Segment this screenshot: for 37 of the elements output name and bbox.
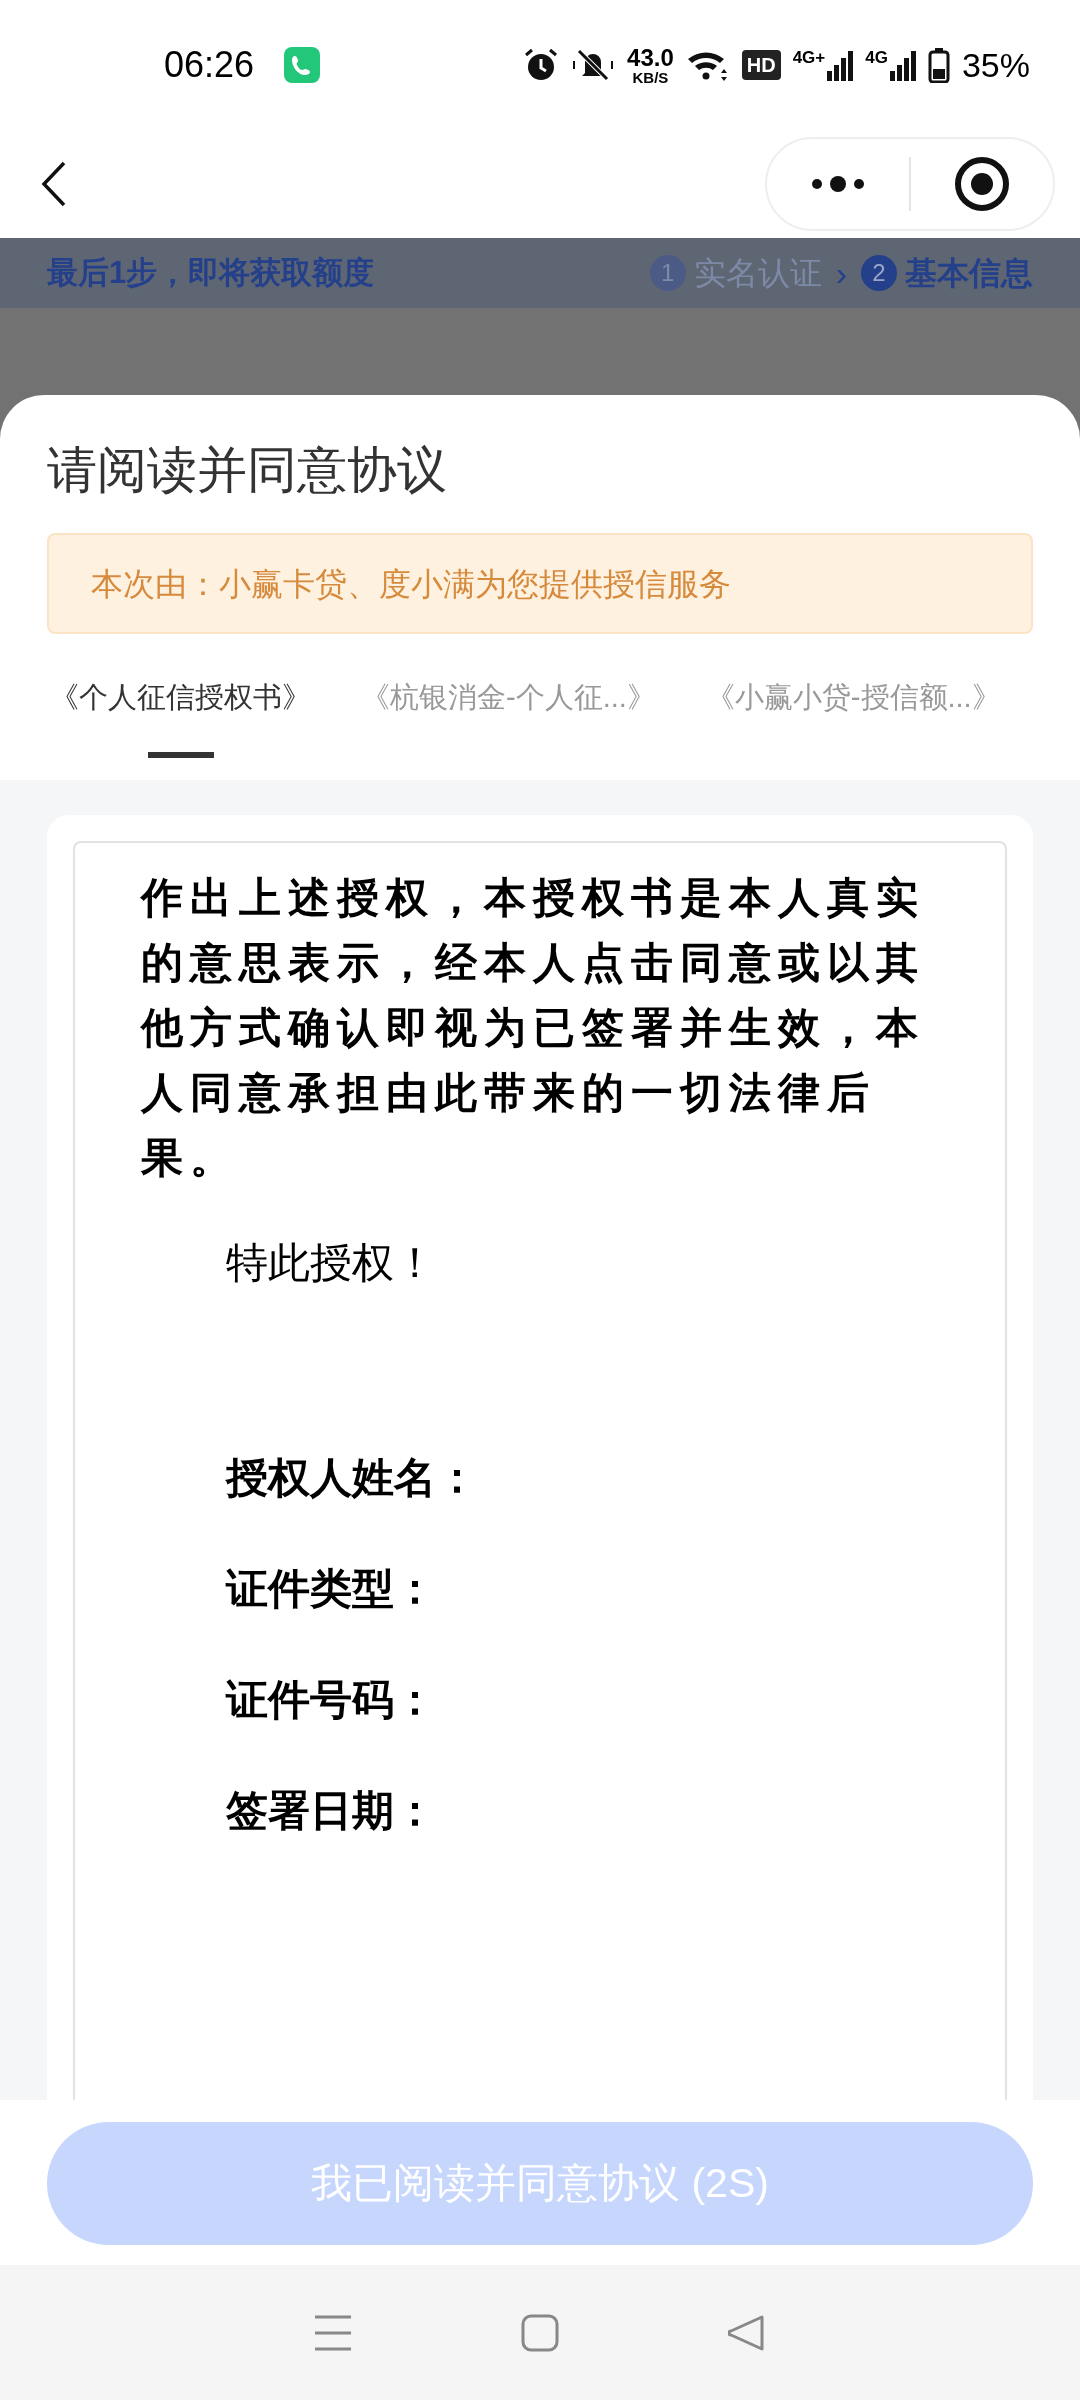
network-type: 4G+ — [792, 49, 826, 66]
home-button[interactable] — [521, 2313, 559, 2352]
signature-field-label: 签署日期： — [226, 1786, 437, 1836]
closing-line: 特此授权！ — [226, 1238, 437, 1288]
alarm-clock-icon — [523, 47, 560, 83]
step-label: 基本信息 — [905, 254, 1033, 293]
hd-badge: HD — [741, 50, 781, 80]
target-icon — [954, 156, 1010, 212]
document-tab[interactable]: 《杭银消金-个人征...》 — [361, 656, 656, 758]
menu-button[interactable] — [314, 2313, 353, 2352]
triangle-back-icon — [727, 2313, 766, 2352]
signal-bars-icon — [889, 49, 916, 81]
battery-percent: 35% — [961, 44, 1030, 86]
back-nav-button[interactable] — [727, 2313, 766, 2352]
signature-field-label: 授权人姓名： — [226, 1453, 479, 1503]
step-separator: › — [835, 252, 847, 294]
battery-icon — [927, 47, 950, 83]
speed-unit: KB/S — [632, 69, 669, 85]
banner-text: 最后1步，即将获取额度 — [47, 253, 375, 292]
signal-bars-icon — [827, 49, 854, 81]
square-icon — [521, 2313, 559, 2352]
step-number: 2 — [861, 255, 897, 291]
clock-time: 06:26 — [164, 43, 255, 87]
notice-banner: 本次由：小赢卡贷、度小满为您提供授信服务 — [47, 533, 1033, 634]
back-chevron-icon — [40, 160, 68, 208]
sheet-title: 请阅读并同意协议 — [46, 441, 448, 500]
menu-icon — [314, 2313, 353, 2352]
phone-call-icon — [284, 47, 321, 83]
signature-field-label: 证件号码： — [226, 1675, 437, 1725]
document-tab[interactable]: 《个人征信授权书》 — [50, 656, 311, 758]
agreement-paragraph: 作出上述授权，本授权书是本人真实的意思表示，经本人点击同意或以其他方式确认即视为已签署并生效，本人同意承担由此带来的一切法律后果。 — [141, 873, 926, 1183]
document-tab[interactable]: 《小赢小贷-授信额...》 — [705, 656, 1001, 758]
network-speed: 43.0 — [627, 45, 674, 70]
muted-bell-icon — [571, 47, 616, 83]
signature-field-label: 证件类型： — [226, 1564, 437, 1614]
network-type: 4G — [865, 49, 888, 66]
more-dots-icon — [811, 174, 865, 194]
